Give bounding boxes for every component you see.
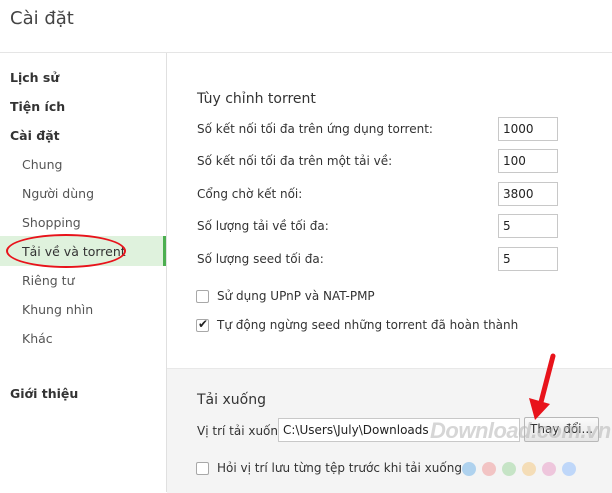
max-seeds-input[interactable]: [498, 247, 558, 271]
annotation-highlight-ellipse: [6, 234, 126, 268]
sidebar-item-about[interactable]: Giới thiệu: [10, 386, 78, 401]
max-seeds-label: Số lượng seed tối đa:: [197, 252, 324, 266]
listen-port-input[interactable]: [498, 182, 558, 206]
listen-port-label: Cổng chờ kết nối:: [197, 187, 303, 201]
download-section-title: Tải xuống: [197, 392, 266, 408]
max-connections-app-label: Số kết nối tối đa trên ứng dụng torrent:: [197, 122, 433, 136]
torrent-section-title: Tùy chỉnh torrent: [197, 91, 316, 107]
sidebar-item-general[interactable]: Chung: [22, 157, 62, 172]
sidebar-item-other[interactable]: Khác: [22, 331, 53, 346]
sidebar-item-history[interactable]: Lịch sử: [10, 70, 59, 85]
max-connections-app-input[interactable]: [498, 117, 558, 141]
annotation-arrow-icon: [529, 353, 556, 420]
sidebar-item-view[interactable]: Khung nhìn: [22, 302, 93, 317]
auto-stop-seed-checkbox[interactable]: ✔: [196, 317, 209, 332]
checkmark-icon: ✔: [198, 317, 209, 331]
sidebar-item-extensions[interactable]: Tiện ích: [10, 99, 65, 114]
watermark-logo: Download.com.vn: [430, 418, 611, 443]
auto-stop-seed-checkbox-label: Tự động ngừng seed những torrent đã hoàn…: [217, 318, 519, 332]
upnp-checkbox[interactable]: [196, 290, 209, 303]
max-connections-download-label: Số kết nối tối đa trên một tải về:: [197, 154, 393, 168]
ask-location-checkbox[interactable]: [196, 462, 209, 475]
download-location-label: Vị trí tải xuống:: [197, 424, 290, 438]
max-connections-download-input[interactable]: [498, 149, 558, 173]
sidebar-item-shopping[interactable]: Shopping: [22, 215, 81, 230]
watermark-dots: [462, 462, 582, 476]
sidebar-item-privacy[interactable]: Riêng tư: [22, 273, 75, 288]
ask-location-checkbox-label: Hỏi vị trí lưu từng tệp trước khi tải xu…: [217, 461, 462, 475]
sidebar-item-settings[interactable]: Cài đặt: [10, 128, 60, 143]
max-downloads-label: Số lượng tải về tối đa:: [197, 219, 329, 233]
upnp-checkbox-label: Sử dụng UPnP và NAT-PMP: [217, 289, 375, 303]
max-downloads-input[interactable]: [498, 214, 558, 238]
page-title: Cài đặt: [10, 8, 74, 29]
sidebar: Lịch sử Tiện ích Cài đặt Chung Người dùn…: [0, 53, 167, 492]
sidebar-item-users[interactable]: Người dùng: [22, 186, 94, 201]
header: Cài đặt: [0, 0, 612, 53]
